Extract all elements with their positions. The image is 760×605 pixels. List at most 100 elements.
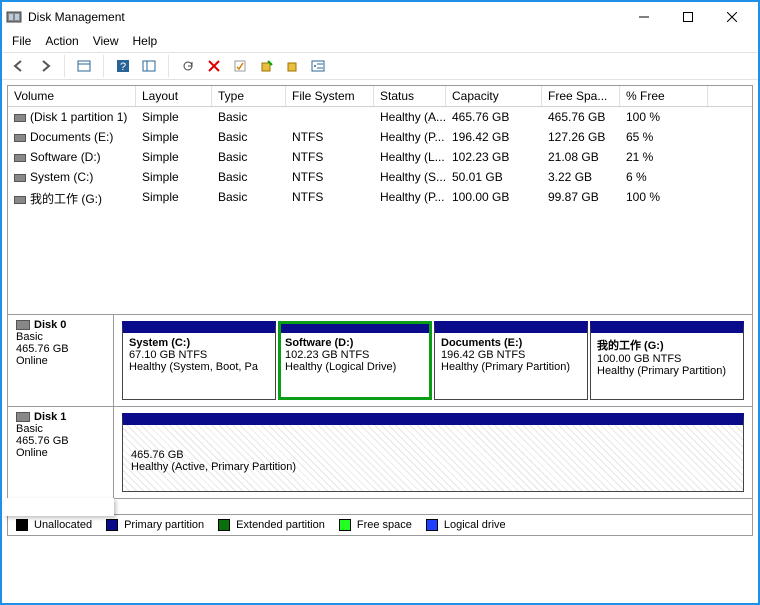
settings-button[interactable] [138, 55, 160, 77]
cell-layout: Simple [136, 127, 212, 147]
cell-pct: 21 % [620, 147, 708, 167]
cell-fs: NTFS [286, 127, 374, 147]
partition-name: 我的工作 (G:) [597, 337, 737, 353]
close-button[interactable] [710, 3, 754, 31]
table-row[interactable]: 我的工作 (G:)SimpleBasicNTFSHealthy (P...100… [8, 187, 752, 210]
partition-box[interactable]: Documents (E:)196.42 GB NTFSHealthy (Pri… [434, 321, 588, 400]
app-icon [6, 9, 22, 25]
cell-free: 99.87 GB [542, 187, 620, 210]
maximize-button[interactable] [666, 3, 710, 31]
properties-button[interactable] [229, 55, 251, 77]
partition-status: Healthy (Primary Partition) [441, 361, 581, 373]
cell-type: Basic [212, 187, 286, 210]
partition-info: 102.23 GB NTFS [285, 349, 425, 361]
disk-name: Disk 0 [34, 319, 66, 331]
volume-icon [14, 174, 26, 182]
partition-box[interactable]: Software (D:)102.23 GB NTFSHealthy (Logi… [278, 321, 432, 400]
separator [103, 55, 104, 77]
col-pctfree[interactable]: % Free [620, 86, 708, 106]
volume-icon [14, 154, 26, 162]
disk-type: Basic [16, 331, 105, 343]
back-button[interactable] [8, 55, 30, 77]
legend-label: Free space [357, 519, 412, 531]
cell-capacity: 465.76 GB [446, 107, 542, 127]
cell-type: Basic [212, 167, 286, 187]
menu-file[interactable]: File [12, 34, 31, 48]
menu-action[interactable]: Action [45, 34, 78, 48]
delete-button[interactable] [203, 55, 225, 77]
col-status[interactable]: Status [374, 86, 446, 106]
cell-free: 3.22 GB [542, 167, 620, 187]
cell-layout: Simple [136, 147, 212, 167]
partition-status: Healthy (Logical Drive) [285, 361, 425, 373]
legend: UnallocatedPrimary partitionExtended par… [7, 515, 753, 536]
volume-icon [14, 196, 26, 204]
disk-row: Disk 1Basic465.76 GBOnline465.76 GBHealt… [8, 407, 752, 499]
cell-status: Healthy (P... [374, 127, 446, 147]
column-headers[interactable]: Volume Layout Type File System Status Ca… [8, 86, 752, 107]
table-row[interactable]: (Disk 1 partition 1)SimpleBasicHealthy (… [8, 107, 752, 127]
cell-fs: NTFS [286, 167, 374, 187]
partition-info: 196.42 GB NTFS [441, 349, 581, 361]
table-row[interactable]: Documents (E:) SimpleBasicNTFSHealthy (P.… [8, 127, 752, 147]
col-layout[interactable]: Layout [136, 86, 212, 106]
partition-status: Healthy (System, Boot, Pa [129, 361, 269, 373]
partition-box[interactable]: 465.76 GBHealthy (Active, Primary Partit… [122, 413, 744, 492]
cell-pct: 100 % [620, 187, 708, 210]
disk-row: Disk 0Basic465.76 GBOnlineSystem (C:)67.… [8, 315, 752, 407]
help-button[interactable]: ? [112, 55, 134, 77]
partition-box[interactable]: 我的工作 (G:)100.00 GB NTFSHealthy (Primary … [590, 321, 744, 400]
partition-info: 67.10 GB NTFS [129, 349, 269, 361]
volume-name: Software (D:) [30, 150, 101, 164]
volume-icon [14, 114, 26, 122]
col-volume[interactable]: Volume [8, 86, 136, 106]
partition-box[interactable]: System (C:)67.10 GB NTFSHealthy (System,… [122, 321, 276, 400]
col-capacity[interactable]: Capacity [446, 86, 542, 106]
partition-info: 100.00 GB NTFS [597, 353, 737, 365]
col-type[interactable]: Type [212, 86, 286, 106]
titlebar: Disk Management [2, 2, 758, 32]
separator [64, 55, 65, 77]
forward-button[interactable] [34, 55, 56, 77]
cell-status: Healthy (S... [374, 167, 446, 187]
col-free[interactable]: Free Spa... [542, 86, 620, 106]
col-filesystem[interactable]: File System [286, 86, 374, 106]
legend-swatch [106, 519, 118, 531]
disk-state: Online [16, 355, 105, 367]
volume-name: Documents (E:) [30, 130, 113, 144]
cell-type: Basic [212, 127, 286, 147]
disk-label[interactable]: Disk 0Basic465.76 GBOnline [8, 315, 114, 406]
minimize-button[interactable] [622, 3, 666, 31]
volume-name: 我的工作 (G:) [30, 192, 102, 206]
show-hide-pane-button[interactable] [73, 55, 95, 77]
table-row[interactable]: System (C:)SimpleBasicNTFSHealthy (S...5… [8, 167, 752, 187]
disk-graphical-view[interactable]: Disk 0Basic465.76 GBOnlineSystem (C:)67.… [7, 315, 753, 515]
cell-status: Healthy (L... [374, 147, 446, 167]
volume-icon [14, 134, 26, 142]
volume-list[interactable]: Volume Layout Type File System Status Ca… [7, 85, 753, 315]
cell-layout: Simple [136, 167, 212, 187]
action2-button[interactable] [281, 55, 303, 77]
refresh-button[interactable] [177, 55, 199, 77]
cell-layout: Simple [136, 107, 212, 127]
menu-view[interactable]: View [93, 34, 119, 48]
cell-status: Healthy (A... [374, 107, 446, 127]
partition-info: 465.76 GB [131, 449, 735, 461]
action-button[interactable] [255, 55, 277, 77]
menu-help[interactable]: Help [133, 34, 158, 48]
cell-type: Basic [212, 147, 286, 167]
volume-name: System (C:) [30, 170, 93, 184]
disk-label[interactable]: Disk 1Basic465.76 GBOnline [8, 407, 114, 498]
volume-name: (Disk 1 partition 1) [30, 110, 127, 124]
partition-status: Healthy (Active, Primary Partition) [131, 461, 735, 473]
partition-container: System (C:)67.10 GB NTFSHealthy (System,… [114, 315, 752, 406]
cell-free: 21.08 GB [542, 147, 620, 167]
toolbar: ? [2, 52, 758, 80]
cell-free: 465.76 GB [542, 107, 620, 127]
list-button[interactable] [307, 55, 329, 77]
legend-label: Extended partition [236, 519, 325, 531]
table-row[interactable]: Software (D:)SimpleBasicNTFSHealthy (L..… [8, 147, 752, 167]
disk-size: 465.76 GB [16, 343, 105, 355]
cell-layout: Simple [136, 187, 212, 210]
cell-pct: 100 % [620, 107, 708, 127]
